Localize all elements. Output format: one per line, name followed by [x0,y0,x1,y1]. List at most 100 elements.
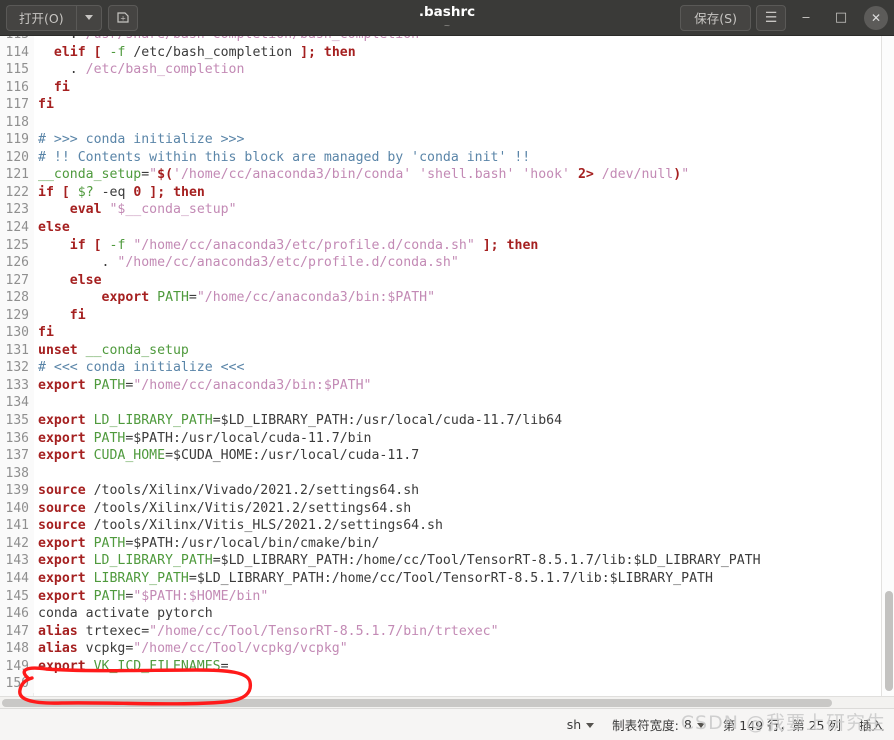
code-line-text: else [34,272,102,290]
code-token: # <<< conda initialize <<< [38,360,245,376]
code-token: = [141,167,150,183]
code-line: 140 source /tools/Xilinx/Vitis/2021.2/set… [0,499,881,518]
tab-width-selector[interactable]: 制表符宽度: 8 [612,715,705,734]
titlebar-left-controls: 打开(O) + [6,4,138,31]
page-title: .bashrc [418,4,476,20]
code-token: export [38,535,86,551]
line-number: 148 [0,640,34,658]
code-line: 113 . /usr/share/bash-completion/bash_co… [0,36,881,44]
code-line: 127 else [0,271,881,290]
code-line-text: else [34,219,70,237]
line-number: 138 [0,464,34,483]
code-token: "/home/cc/Tool/TensorRT-8.5.1.7/bin/trte… [149,623,499,639]
line-number: 133 [0,376,34,395]
code-token: /etc/bash_completion [85,62,245,78]
code-token: = [220,658,229,674]
titlebar-right-controls: 保存(S) ☰ ‒ □ ✕ [680,4,888,31]
code-token: /tools/Xilinx/Vitis/2021.2/settings64.sh [85,500,412,516]
open-button[interactable]: 打开(O) [6,4,76,31]
code-token: ]; [149,184,166,200]
code-token: export [38,448,86,464]
code-line-text: export VK_ICD_FILENAMES= [34,658,229,676]
language-selector[interactable]: sh [566,717,595,732]
horizontal-scrollbar-thumb[interactable] [2,699,832,707]
code-line: 126 . "/home/cc/anaconda3/etc/profile.d/… [0,254,881,272]
close-button[interactable]: ✕ [864,5,888,30]
code-token: " [149,167,158,183]
code-token: source [38,483,86,499]
svg-text:+: + [120,14,126,22]
close-icon: ✕ [870,10,882,25]
code-line: 120 # !! Contents within this block are m… [0,148,881,167]
code-token: =$LD_LIBRARY_PATH:/home/cc/Tool/TensorRT… [212,553,761,569]
code-line: 148 alias vcpkg="/home/cc/Tool/vcpkg/vcpk… [0,640,881,658]
code-line: 150 [0,675,881,693]
line-number: 135 [0,412,34,430]
code-line-text: . "/home/cc/anaconda3/etc/profile.d/cond… [34,254,459,272]
code-token: $( [157,167,174,183]
line-number: 127 [0,271,34,290]
code-line: 143 export LD_LIBRARY_PATH=$LD_LIBRARY_PA… [0,552,881,570]
code-view[interactable]: 113 . /usr/share/bash-completion/bash_co… [0,36,881,696]
tab-width-label: 制表符宽度: [612,718,679,733]
code-line-text: if [ $? -eq 0 ]; then [34,184,205,202]
cursor-position: 第 149 行，第 25 列 [722,718,841,733]
code-token: __conda_setup [85,342,189,358]
page-subtitle: ~ [443,21,451,30]
tab-width-value: 8 [683,717,692,732]
save-button[interactable]: 保存(S) [680,4,751,31]
source-code-text[interactable]: 113 . /usr/share/bash-completion/bash_co… [0,36,881,693]
vertical-scrollbar-thumb[interactable] [885,591,893,691]
line-number: 128 [0,289,34,307]
code-token: =$LD_LIBRARY_PATH:/home/cc/Tool/TensorRT… [188,570,713,586]
code-token: LD_LIBRARY_PATH [93,413,213,429]
code-line: 139 source /tools/Xilinx/Vivado/2021.2/se… [0,482,881,500]
language-label: sh [566,717,582,732]
horizontal-scrollbar[interactable] [0,696,894,708]
vertical-scrollbar[interactable] [881,36,894,696]
code-line: 131 unset __conda_setup [0,341,881,360]
code-line-text: # !! Contents within this block are mana… [34,149,530,167]
code-token: ]; [482,237,499,253]
new-document-button[interactable]: + [107,4,138,31]
chevron-down-icon [586,723,595,728]
maximize-button[interactable]: □ [826,5,856,31]
code-token: if [69,237,86,253]
code-token: alias [38,641,78,657]
open-dropdown-button[interactable] [75,4,102,31]
line-number: 130 [0,324,34,342]
line-number: 137 [0,447,34,465]
code-token: /tools/Xilinx/Vivado/2021.2/settings64.s… [85,483,420,499]
open-button-label: 打开(O) [19,11,64,26]
code-token: then [323,44,356,60]
code-line: 135 export LD_LIBRARY_PATH=$LD_LIBRARY_PA… [0,412,881,430]
code-token: "/home/cc/anaconda3/etc/profile.d/conda.… [133,237,475,253]
line-number: 144 [0,569,34,588]
code-line-text: . /usr/share/bash-completion/bash_comple… [34,36,419,44]
code-token: =$PATH:/usr/local/bin/cmake/bin/ [125,535,380,551]
code-token: "$__conda_setup" [109,202,237,218]
code-line: 141 source /tools/Xilinx/Vitis_HLS/2021.2… [0,517,881,535]
code-line-text: source /tools/Xilinx/Vitis_HLS/2021.2/se… [34,517,443,535]
code-token: PATH [93,430,126,446]
minimize-button[interactable]: ‒ [791,5,821,31]
code-line-text: fi [34,96,54,114]
code-line: 146 conda activate pytorch [0,605,881,623]
code-token: "/home/cc/anaconda3/etc/profile.d/conda.… [117,255,459,271]
code-line: 145 export PATH="$PATH:$HOME/bin" [0,587,881,606]
code-token: /tools/Xilinx/Vitis_HLS/2021.2/settings6… [85,518,443,534]
title-bar: 打开(O) + .bashrc ~ 保存(S) ☰ ‒ □ ✕ [0,0,894,36]
code-token: 2> [577,167,594,183]
code-token: PATH [157,290,189,306]
code-token: "/home/cc/anaconda3/bin:$PATH" [133,377,372,393]
menu-button[interactable]: ☰ [756,4,786,31]
code-token: trtexec= [77,623,150,639]
code-line: 116 fi [0,78,881,97]
gedit-window: 打开(O) + .bashrc ~ 保存(S) ☰ ‒ □ ✕ 114 elif… [0,0,894,740]
code-token: -eq [93,184,134,200]
